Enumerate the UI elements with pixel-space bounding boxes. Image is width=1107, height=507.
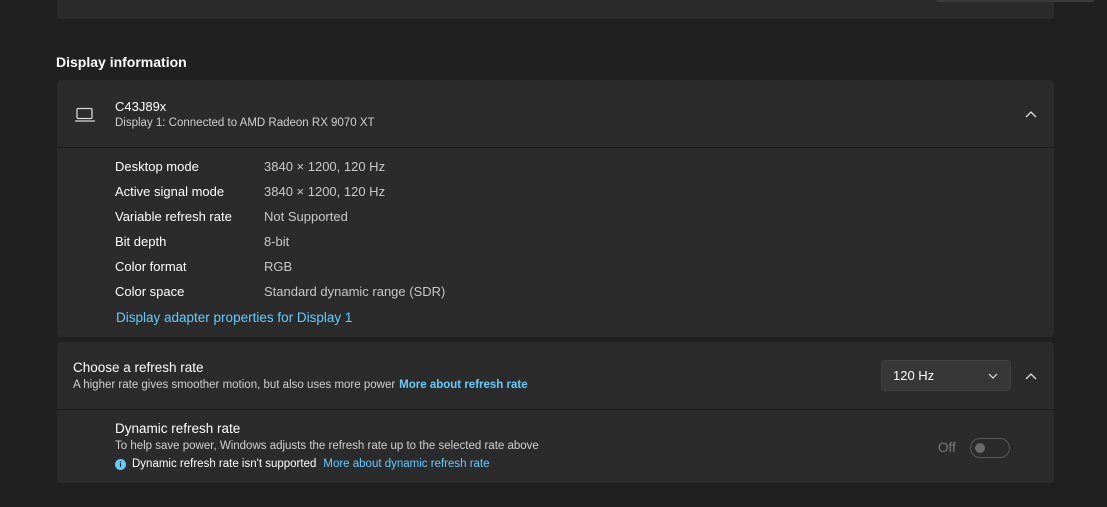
- toggle-knob: [975, 443, 985, 453]
- chevron-down-icon: [988, 373, 998, 379]
- refresh-rate-title: Choose a refresh rate: [73, 360, 204, 375]
- monitor-icon: [75, 107, 95, 122]
- display-subtitle: Display 1: Connected to AMD Radeon RX 90…: [115, 117, 375, 129]
- info-value: RGB: [264, 259, 293, 274]
- collapse-display-button[interactable]: [1021, 104, 1041, 124]
- more-about-refresh-rate-link[interactable]: More about refresh rate: [399, 379, 527, 391]
- info-label: Variable refresh rate: [115, 209, 232, 224]
- info-label: Active signal mode: [115, 184, 225, 199]
- refresh-rate-dropdown[interactable]: 120 Hz: [881, 360, 1011, 391]
- refresh-rate-selected-value: 120 Hz: [893, 368, 935, 383]
- refresh-rate-card: Choose a refresh rate A higher rate give…: [57, 342, 1054, 483]
- info-value: 3840 × 1200, 120 Hz: [264, 184, 386, 199]
- divider: [57, 147, 1054, 148]
- dynamic-refresh-note: i Dynamic refresh rate isn't supported M…: [115, 458, 490, 470]
- chevron-up-icon: [1025, 111, 1037, 118]
- display-adapter-properties-link[interactable]: Display adapter properties for Display 1: [116, 310, 352, 325]
- info-value: 3840 × 1200, 120 Hz: [264, 159, 386, 174]
- divider: [57, 409, 1054, 410]
- dynamic-refresh-note-text: Dynamic refresh rate isn't supported: [132, 458, 317, 470]
- dynamic-refresh-toggle[interactable]: [970, 438, 1010, 458]
- info-label: Color space: [115, 284, 185, 299]
- previous-dropdown[interactable]: [936, 0, 1094, 2]
- info-label: Color format: [115, 259, 187, 274]
- display-name: C43J89x: [115, 99, 167, 114]
- info-value: 8-bit: [264, 234, 290, 249]
- refresh-rate-description: A higher rate gives smoother motion, but…: [73, 379, 396, 391]
- section-title: Display information: [56, 54, 187, 70]
- refresh-rate-subtitle: A higher rate gives smoother motion, but…: [73, 379, 528, 391]
- info-label: Desktop mode: [115, 159, 199, 174]
- previous-setting-card: [57, 0, 1094, 19]
- info-value: Standard dynamic range (SDR): [264, 284, 446, 299]
- info-value: Not Supported: [264, 209, 348, 224]
- dynamic-refresh-subtitle: To help save power, Windows adjusts the …: [115, 440, 539, 452]
- display-info-card: C43J89x Display 1: Connected to AMD Rade…: [57, 80, 1054, 337]
- collapse-refresh-button[interactable]: [1021, 366, 1041, 386]
- info-label: Bit depth: [115, 234, 167, 249]
- chevron-up-icon: [1025, 373, 1037, 380]
- toggle-state-label: Off: [938, 440, 956, 455]
- dynamic-refresh-title: Dynamic refresh rate: [115, 421, 241, 436]
- info-icon: i: [115, 458, 126, 470]
- more-about-dynamic-refresh-link[interactable]: More about dynamic refresh rate: [323, 458, 489, 470]
